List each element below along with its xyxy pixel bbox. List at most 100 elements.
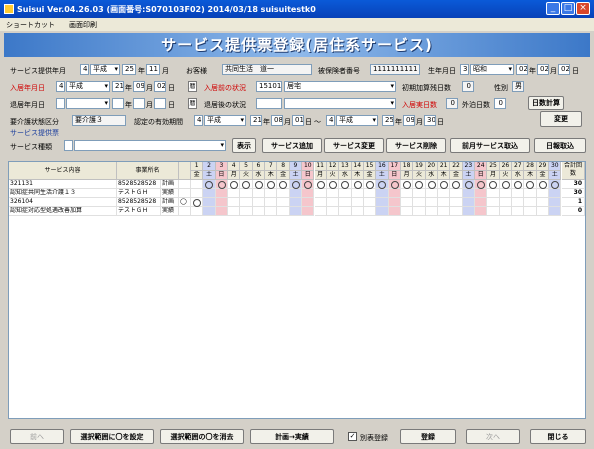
row-1-actual-day-8[interactable] xyxy=(277,207,290,216)
row-1-plan-day-20[interactable] xyxy=(425,198,438,207)
leave-month[interactable] xyxy=(133,98,145,109)
row-0-actual-day-12[interactable] xyxy=(326,189,340,198)
cert-from-day[interactable]: 01 xyxy=(292,115,304,126)
row-1-actual-day-15[interactable] xyxy=(363,207,377,216)
row-0-plan-day-1[interactable] xyxy=(191,180,204,189)
row-1-plan-day-6[interactable] xyxy=(252,198,266,207)
close-button[interactable]: 閉じる xyxy=(530,429,586,444)
row-0-actual-day-6[interactable] xyxy=(252,189,266,198)
service-add-button[interactable]: サービス追加 xyxy=(262,138,322,153)
row-1-plan-day-4[interactable] xyxy=(228,198,241,207)
cert-to-year[interactable]: 25 xyxy=(382,115,394,126)
row-1-plan-day-26[interactable] xyxy=(499,198,513,207)
row-1-actual-day-27[interactable] xyxy=(512,207,525,216)
row-1-actual-day-29[interactable] xyxy=(536,207,550,216)
after-status-select[interactable] xyxy=(284,98,396,109)
row-0-actual-day-28[interactable] xyxy=(524,189,537,198)
enter-month[interactable]: 09 xyxy=(133,81,145,92)
service-era-select[interactable]: 平成 xyxy=(90,64,120,75)
row-1-actual-day-9[interactable] xyxy=(289,207,303,216)
set-circle-button[interactable]: 選択範囲に〇を設定 xyxy=(70,429,154,444)
row-1-plan-day-22[interactable] xyxy=(450,198,463,207)
row-1-actual-day-13[interactable] xyxy=(339,207,352,216)
maximize-button[interactable]: □ xyxy=(561,2,575,15)
row-0-actual-day-22[interactable] xyxy=(450,189,463,198)
row-0-actual-day-2[interactable] xyxy=(203,189,216,198)
row-1-actual-day-16[interactable] xyxy=(376,207,389,216)
row-1-plan-day-15[interactable] xyxy=(363,198,377,207)
row-0-actual-day-29[interactable] xyxy=(536,189,550,198)
birth-day[interactable]: 02 xyxy=(558,64,570,75)
cert-from-year[interactable]: 21 xyxy=(250,115,262,126)
row-1-plan-day-17[interactable] xyxy=(388,198,401,207)
row-0-actual-day-19[interactable] xyxy=(413,189,426,198)
after-status-code[interactable] xyxy=(256,98,282,109)
show-button[interactable]: 表示 xyxy=(232,138,256,153)
row-1-plan-day-18[interactable] xyxy=(400,198,414,207)
row-0-actual-day-15[interactable] xyxy=(363,189,377,198)
out-days[interactable]: 0 xyxy=(494,98,506,109)
row-1-plan-day-7[interactable] xyxy=(265,198,278,207)
before-status-select[interactable]: 居宅 xyxy=(284,81,396,92)
service-delete-button[interactable]: サービス削除 xyxy=(386,138,446,153)
row-0-actual-day-4[interactable] xyxy=(228,189,241,198)
menu-shortcut[interactable]: ショートカット xyxy=(6,20,55,30)
row-1-plan-day-2[interactable] xyxy=(203,198,216,207)
row-0-actual-day-9[interactable] xyxy=(289,189,303,198)
row-1-plan-day-12[interactable] xyxy=(326,198,340,207)
row-0-actual-day-17[interactable] xyxy=(388,189,401,198)
row-0-actual-day-3[interactable] xyxy=(215,189,229,198)
row-0-actual-day-18[interactable] xyxy=(400,189,414,198)
row-0-actual-day-7[interactable] xyxy=(265,189,278,198)
row-0-actual-day-1[interactable] xyxy=(191,189,204,198)
plan-to-actual-button[interactable]: 計画→実績 xyxy=(250,429,334,444)
enter-era-select[interactable]: 平成 xyxy=(66,81,110,92)
row-0-actual-day-26[interactable] xyxy=(499,189,513,198)
row-0-actual-day-14[interactable] xyxy=(351,189,364,198)
service-year[interactable]: 25 xyxy=(122,64,136,75)
before-status-code[interactable]: 15101 xyxy=(256,81,282,92)
cert-to-month[interactable]: 09 xyxy=(403,115,415,126)
cert-to-day[interactable]: 30 xyxy=(424,115,436,126)
enter-calendar-button[interactable]: 暦 xyxy=(188,81,197,92)
row-1-plan-day-9[interactable] xyxy=(289,198,303,207)
row-1-plan-day-23[interactable] xyxy=(462,198,476,207)
row-1-actual-day-18[interactable] xyxy=(400,207,414,216)
row-1-plan-day-30[interactable] xyxy=(549,198,562,207)
row-1-actual-day-24[interactable] xyxy=(475,207,488,216)
row-0-actual-day-8[interactable] xyxy=(277,189,290,198)
row-1-plan-day-10[interactable] xyxy=(302,198,315,207)
register-button[interactable]: 登録 xyxy=(400,429,456,444)
separate-checkbox[interactable]: ✓ xyxy=(348,432,357,441)
row-1-plan-day-19[interactable] xyxy=(413,198,426,207)
row-1-plan-day-16[interactable] xyxy=(376,198,389,207)
row-1-actual-day-5[interactable] xyxy=(240,207,253,216)
row-0-actual-day-13[interactable] xyxy=(339,189,352,198)
row-1-plan-day-27[interactable] xyxy=(512,198,525,207)
row-1-plan-day-28[interactable] xyxy=(524,198,537,207)
row-0-actual-day-10[interactable] xyxy=(302,189,315,198)
row-0-actual-day-30[interactable] xyxy=(549,189,562,198)
leave-day[interactable] xyxy=(154,98,166,109)
prev-button[interactable]: 前へ xyxy=(10,429,64,444)
row-1-plan-day-3[interactable] xyxy=(215,198,229,207)
row-0-actual-day-11[interactable] xyxy=(314,189,327,198)
row-1-plan-day-21[interactable] xyxy=(438,198,451,207)
row-1-plan-day-13[interactable] xyxy=(339,198,352,207)
birth-era-select[interactable]: 昭和 xyxy=(470,64,514,75)
service-era-code[interactable]: 4 xyxy=(80,64,89,75)
row-1-actual-day-23[interactable] xyxy=(462,207,476,216)
row-1-actual-day-7[interactable] xyxy=(265,207,278,216)
row-1-actual-day-28[interactable] xyxy=(524,207,537,216)
birth-year[interactable]: 02 xyxy=(516,64,528,75)
enter-year[interactable]: 21 xyxy=(112,81,124,92)
service-type-code[interactable] xyxy=(64,140,73,151)
change-button[interactable]: 変更 xyxy=(540,111,582,127)
row-1-actual-day-12[interactable] xyxy=(326,207,340,216)
row-1-actual-day-21[interactable] xyxy=(438,207,451,216)
cert-to-era[interactable]: 平成 xyxy=(336,115,378,126)
service-modify-button[interactable]: サービス変更 xyxy=(324,138,384,153)
close-window-button[interactable]: × xyxy=(576,2,590,15)
leave-calendar-button[interactable]: 暦 xyxy=(188,98,197,109)
row-0-actual-day-24[interactable] xyxy=(475,189,488,198)
